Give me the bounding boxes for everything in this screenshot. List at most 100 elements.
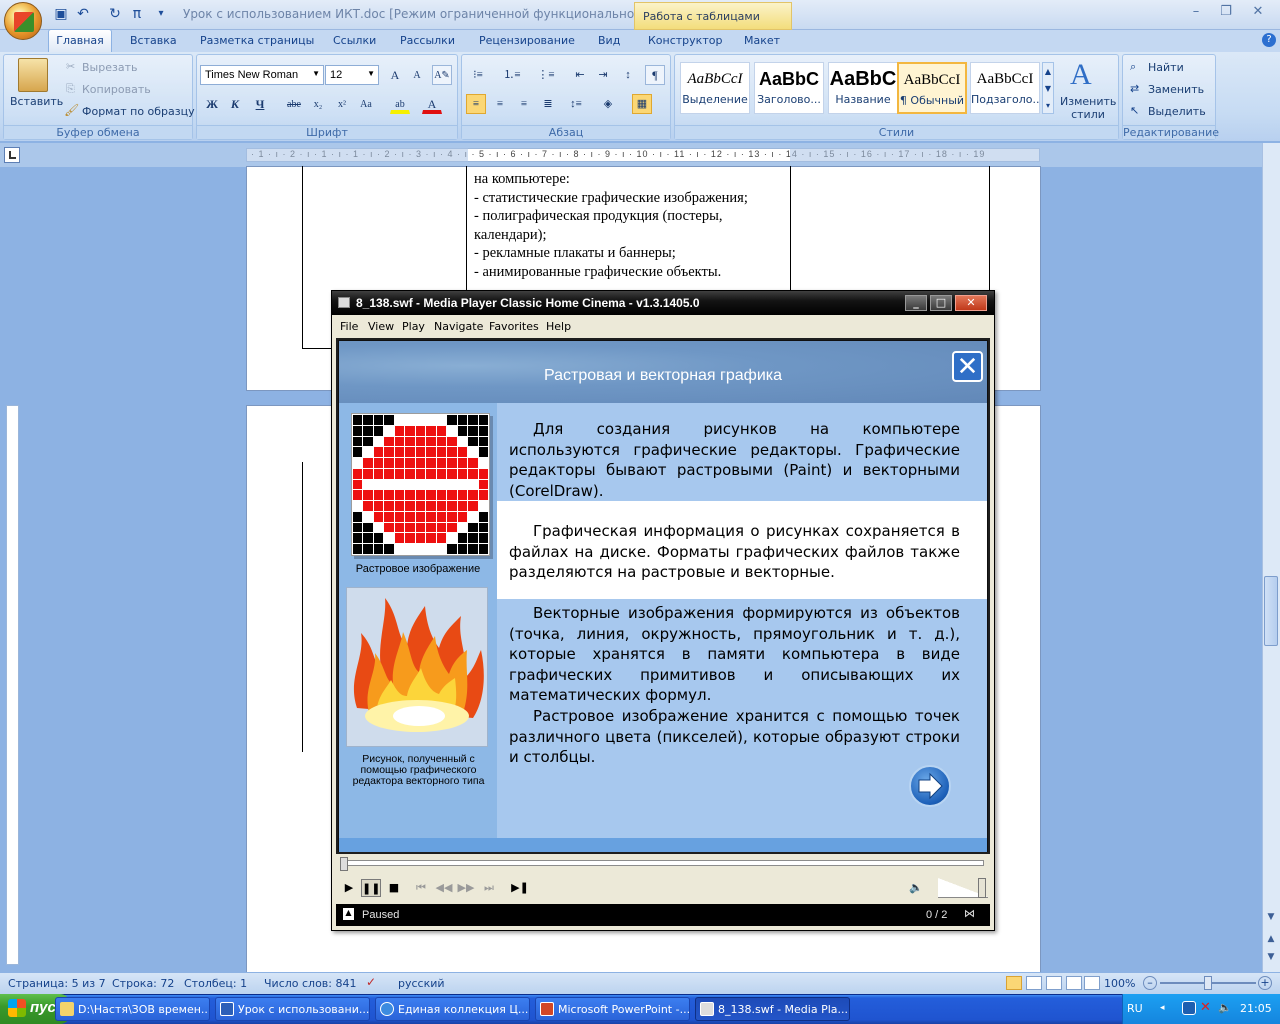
language[interactable]: русский	[398, 977, 445, 990]
next-arrow-icon[interactable]	[909, 765, 951, 807]
style-heading[interactable]: AaBbC Заголово...	[754, 62, 824, 114]
sort-icon[interactable]: ↕	[618, 65, 638, 85]
document-text[interactable]: на компьютере: - статистические графичес…	[474, 170, 784, 281]
bold-button[interactable]: Ж	[202, 94, 222, 114]
maximize-icon[interactable]: ❐	[1218, 4, 1234, 20]
select-button[interactable]: Выделить	[1148, 105, 1206, 118]
volume-thumb[interactable]	[978, 878, 986, 898]
clear-format-icon[interactable]: A✎	[432, 65, 452, 85]
tab-page-layout[interactable]: Разметка страницы	[200, 30, 314, 52]
change-styles-button[interactable]: Изменить стили	[1060, 95, 1116, 121]
minimize-icon[interactable]: –	[1188, 4, 1204, 20]
menu-play[interactable]: Play	[402, 320, 425, 333]
find-button[interactable]: Найти	[1148, 61, 1184, 74]
decrease-indent-icon[interactable]: ⇤	[570, 65, 590, 85]
style-title[interactable]: AaBbC Название	[828, 62, 898, 114]
speaker-tray-icon[interactable]: 🔈	[1218, 1001, 1232, 1015]
scrollbar-thumb[interactable]	[1264, 576, 1278, 646]
tab-home[interactable]: Главная	[48, 29, 112, 52]
tab-mailings[interactable]: Рассылки	[400, 30, 455, 52]
font-family-select[interactable]: Times New Roman ▼	[200, 65, 324, 85]
rewind-icon[interactable]: ◀◀	[434, 879, 454, 897]
tab-references[interactable]: Ссылки	[333, 30, 376, 52]
outline-icon[interactable]	[1066, 976, 1082, 990]
full-screen-reading-icon[interactable]	[1026, 976, 1042, 990]
proofing-icon[interactable]: ✓	[366, 975, 376, 989]
pause-icon[interactable]: ❚❚	[361, 879, 381, 897]
copy-button[interactable]: Копировать	[82, 83, 151, 96]
network-icon[interactable]: ✕	[1200, 1001, 1214, 1015]
underline-button[interactable]: Ч	[250, 94, 270, 114]
align-center-icon[interactable]: ≡	[490, 94, 510, 114]
paste-button[interactable]: Вставить	[10, 95, 63, 108]
seek-thumb[interactable]	[340, 857, 348, 871]
taskbar-item-word[interactable]: Урок с использовани...	[215, 997, 370, 1021]
tab-design[interactable]: Конструктор	[648, 30, 722, 52]
prev-page-icon[interactable]: ▲	[1264, 934, 1278, 948]
taskbar-item-browser[interactable]: Единая коллекция Ц...	[375, 997, 530, 1021]
tab-insert[interactable]: Вставка	[130, 30, 177, 52]
web-layout-icon[interactable]	[1046, 976, 1062, 990]
borders-icon[interactable]: ▦	[632, 94, 652, 114]
qat-customize-icon[interactable]: ▾	[152, 5, 170, 23]
mpc-title-bar[interactable]: 8_138.swf - Media Player Classic Home Ci…	[332, 291, 994, 315]
cut-button[interactable]: Вырезать	[82, 61, 137, 74]
page-count[interactable]: Страница: 5 из 7	[8, 977, 106, 990]
line-number[interactable]: Строка: 72	[112, 977, 174, 990]
tab-review[interactable]: Рецензирование	[479, 30, 575, 52]
grow-font-button[interactable]: A	[385, 65, 405, 85]
lang-chevron-icon[interactable]: ◂	[1160, 1003, 1168, 1015]
shading-icon[interactable]: ◈	[598, 94, 618, 114]
resize-icon[interactable]: ⋈	[964, 907, 975, 920]
zoom-level[interactable]: 100%	[1104, 977, 1135, 990]
word-count[interactable]: Число слов: 841	[264, 977, 357, 990]
change-case-button[interactable]: Aa	[356, 94, 376, 114]
fast-forward-icon[interactable]: ▶▶	[456, 879, 476, 897]
taskbar-item-powerpoint[interactable]: Microsoft PowerPoint -...	[535, 997, 690, 1021]
tab-layout[interactable]: Макет	[744, 30, 780, 52]
menu-view[interactable]: View	[368, 320, 394, 333]
align-right-icon[interactable]: ≡	[514, 94, 534, 114]
taskbar-item-mpc[interactable]: 8_138.swf - Media Pla...	[695, 997, 850, 1021]
italic-button[interactable]: К	[225, 94, 245, 114]
mpc-close-icon[interactable]: ✕	[955, 295, 987, 311]
font-size-select[interactable]: 12 ▼	[325, 65, 379, 85]
zoom-in-icon[interactable]: +	[1258, 976, 1272, 990]
tab-selector[interactable]	[4, 147, 20, 163]
next-page-icon[interactable]: ▼	[1264, 952, 1278, 966]
replace-button[interactable]: Заменить	[1148, 83, 1204, 96]
line-spacing-icon[interactable]: ↕≡	[566, 94, 586, 114]
tab-view[interactable]: Вид	[598, 30, 620, 52]
help-icon[interactable]: ?	[1262, 33, 1276, 47]
highlight-icon[interactable]: ab	[390, 94, 410, 114]
mpc-minimize-icon[interactable]: _	[905, 295, 927, 311]
multilevel-list-icon[interactable]: ⋮≡	[536, 65, 556, 85]
show-marks-icon[interactable]: ¶	[645, 65, 665, 85]
print-layout-icon[interactable]	[1006, 976, 1022, 990]
zoom-slider-thumb[interactable]	[1204, 976, 1212, 990]
styles-scroll[interactable]: ▲ ▼ ▾	[1042, 62, 1054, 114]
shrink-font-button[interactable]: A	[407, 65, 427, 85]
menu-file[interactable]: File	[340, 320, 358, 333]
bullets-icon[interactable]: ⁝≡	[468, 65, 488, 85]
style-emphasis[interactable]: AaBbCcI Выделение	[680, 62, 750, 114]
align-left-icon[interactable]: ≡	[466, 94, 486, 114]
taskbar-item-explorer[interactable]: D:\Настя\ЗОВ времен...	[55, 997, 210, 1021]
style-subtitle[interactable]: AaBbCcI Подзаголо...	[970, 62, 1040, 114]
format-painter-button[interactable]: Формат по образцу	[82, 105, 195, 118]
zoom-out-icon[interactable]: –	[1143, 976, 1157, 990]
increase-indent-icon[interactable]: ⇥	[593, 65, 613, 85]
mpc-maximize-icon[interactable]: □	[930, 295, 952, 311]
play-icon[interactable]: ▶	[339, 879, 359, 897]
undo-icon[interactable]: ↶	[74, 5, 92, 23]
draft-icon[interactable]	[1084, 976, 1100, 990]
language-indicator[interactable]: RU	[1127, 1002, 1143, 1015]
font-color-icon[interactable]: A	[422, 94, 442, 114]
previous-icon[interactable]: ⏮	[411, 879, 431, 897]
justify-icon[interactable]: ≣	[538, 94, 558, 114]
office-button[interactable]	[4, 2, 42, 40]
column-number[interactable]: Столбец: 1	[184, 977, 247, 990]
scroll-down-icon[interactable]: ▼	[1264, 912, 1278, 926]
superscript-button[interactable]: x²	[332, 94, 352, 114]
save-icon[interactable]: ▣	[52, 5, 70, 23]
